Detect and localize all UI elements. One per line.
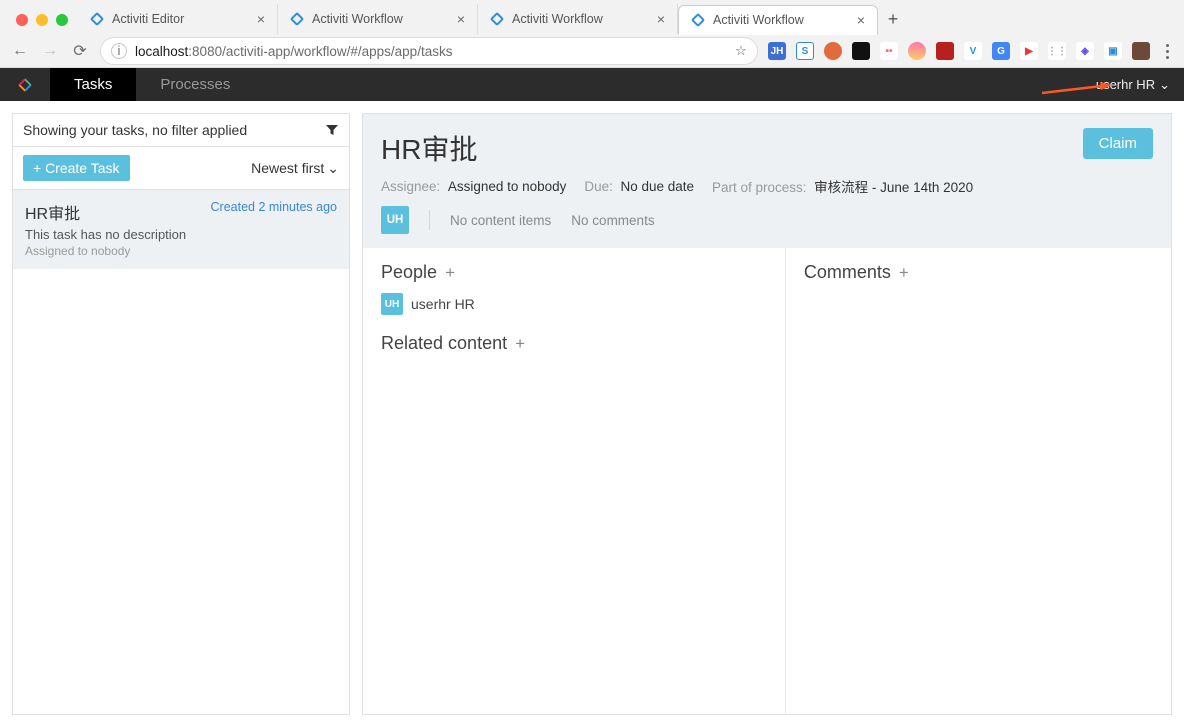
person-name: userhr HR [411,296,475,312]
comments-label: Comments [804,262,891,283]
user-menu[interactable]: userhr HR ⌄ [1082,68,1184,101]
browser-tab[interactable]: Activiti Editor × [78,4,278,34]
assignee-label: Assignee: [381,179,440,194]
claim-button[interactable]: Claim [1083,128,1153,159]
tab-title: Activiti Workflow [512,12,603,26]
browser-chrome: Activiti Editor × Activiti Workflow × Ac… [0,0,1184,68]
nav-processes[interactable]: Processes [136,68,254,101]
extension-icon[interactable]: ▶ [1020,42,1038,60]
close-tab-icon[interactable]: × [857,13,865,27]
close-tab-icon[interactable]: × [257,12,265,26]
no-content-text: No content items [450,213,551,228]
add-people-icon[interactable]: + [445,263,455,283]
app-logo[interactable] [0,68,50,101]
due-value[interactable]: No due date [620,179,694,194]
minimize-window-icon[interactable] [36,14,48,26]
filter-bar[interactable]: Showing your tasks, no filter applied [13,114,349,147]
nav-label: Tasks [74,76,112,93]
browser-menu-icon[interactable] [1160,44,1174,59]
app-header: Tasks Processes userhr HR ⌄ [0,68,1184,101]
person-avatar: UH [381,293,403,315]
sort-dropdown[interactable]: Newest first ⌄ [251,160,339,177]
related-content-section-header: Related content + [381,333,767,354]
forward-button[interactable]: → [40,42,60,60]
extensions-row: JH S •• V G ▶ ⋮⋮ ◈ ▣ [768,42,1174,60]
task-detail-header: HR审批 Claim Assignee: Assigned to nobody … [363,114,1171,248]
extension-icon[interactable]: ⋮⋮ [1048,42,1066,60]
extension-icon[interactable] [908,42,926,60]
maximize-window-icon[interactable] [56,14,68,26]
site-info-icon[interactable]: i [111,43,127,59]
task-created-meta: Created 2 minutes ago [211,200,337,224]
browser-tab[interactable]: Activiti Workflow × [478,4,678,34]
separator [429,210,430,230]
extension-icon[interactable]: JH [768,42,786,60]
no-comments-text: No comments [571,213,654,228]
process-label: Part of process: [712,180,807,195]
extension-icon[interactable]: ◈ [1076,42,1094,60]
task-detail-title: HR审批 [381,128,477,168]
process-value[interactable]: 审核流程 - June 14th 2020 [814,180,973,195]
extension-icon[interactable] [936,42,954,60]
task-avatar: UH [381,206,409,234]
task-detail-panel: HR审批 Claim Assignee: Assigned to nobody … [362,113,1172,715]
close-tab-icon[interactable]: × [657,12,665,26]
tab-title: Activiti Workflow [713,13,804,27]
add-content-icon[interactable]: + [515,334,525,354]
assignee-value[interactable]: Assigned to nobody [448,179,567,194]
url-host: localhost [135,44,188,59]
comments-section-header: Comments + [804,262,1153,283]
extension-icon[interactable]: V [964,42,982,60]
nav-label: Processes [160,76,230,93]
task-assignee: Assigned to nobody [25,244,337,258]
chevron-down-icon: ⌄ [327,160,339,177]
reload-button[interactable]: ⟳ [70,41,90,61]
tab-title: Activiti Editor [112,12,184,26]
activiti-favicon-icon [290,12,304,26]
close-tab-icon[interactable]: × [457,12,465,26]
activiti-logo-icon [18,78,32,92]
people-section-header: People + [381,262,767,283]
people-label: People [381,262,437,283]
person-row[interactable]: UH userhr HR [381,293,767,315]
activiti-favicon-icon [490,12,504,26]
extension-icon[interactable] [824,42,842,60]
browser-tab[interactable]: Activiti Workflow × [278,4,478,34]
filter-icon[interactable] [325,123,339,137]
browser-tab-active[interactable]: Activiti Workflow × [678,5,878,35]
task-title: HR审批 [25,200,80,224]
close-window-icon[interactable] [16,14,28,26]
extension-icon[interactable]: •• [880,42,898,60]
tab-title: Activiti Workflow [312,12,403,26]
new-tab-button[interactable]: + [878,4,908,34]
extension-icon[interactable] [852,42,870,60]
create-task-button[interactable]: + Create Task [23,155,130,181]
sort-label: Newest first [251,160,324,176]
add-comment-icon[interactable]: + [899,263,909,283]
extension-icon[interactable]: ▣ [1104,42,1122,60]
task-description: This task has no description [25,227,337,242]
window-controls[interactable] [8,14,78,34]
task-list-panel: Showing your tasks, no filter applied + … [12,113,350,715]
bookmark-icon[interactable]: ☆ [735,43,747,59]
chevron-down-icon: ⌄ [1159,77,1170,93]
profile-avatar-icon[interactable] [1132,42,1150,60]
filter-text: Showing your tasks, no filter applied [23,122,247,138]
extension-icon[interactable]: G [992,42,1010,60]
address-bar[interactable]: i localhost:8080/activiti-app/workflow/#… [100,37,758,65]
task-list-item[interactable]: HR审批 Created 2 minutes ago This task has… [13,190,349,269]
url-port: :8080 [188,44,222,59]
activiti-favicon-icon [691,13,705,27]
url-path: /activiti-app/workflow/#/apps/app/tasks [222,44,452,59]
activiti-favicon-icon [90,12,104,26]
back-button[interactable]: ← [10,42,30,60]
due-label: Due: [584,179,613,194]
user-name: userhr HR [1096,77,1155,92]
related-content-label: Related content [381,333,507,354]
nav-tasks[interactable]: Tasks [50,68,136,101]
extension-icon[interactable]: S [796,42,814,60]
